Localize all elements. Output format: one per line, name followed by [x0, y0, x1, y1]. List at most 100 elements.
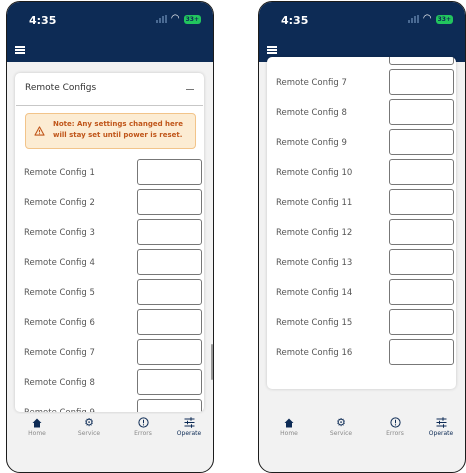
status-icons: ◠ 33+ — [155, 13, 201, 24]
config-input[interactable] — [389, 339, 454, 365]
config-row: Remote Config 3 — [24, 219, 202, 245]
tab-label: Errors — [134, 430, 152, 437]
config-row: Remote Config 8 — [24, 369, 202, 395]
tab-errors[interactable]: Errors — [370, 416, 420, 437]
config-row: Remote Config 8 — [276, 99, 454, 125]
config-label: Remote Config 7 — [276, 78, 347, 88]
phone-screen-right: 4:35 ◠ 33+ Remote Config 7 Remote Config … — [258, 1, 466, 473]
config-label: Remote Config 11 — [276, 198, 353, 208]
config-row: Remote Config 1 — [24, 159, 202, 185]
config-input[interactable] — [137, 309, 202, 335]
config-input[interactable] — [137, 189, 202, 215]
signal-icon — [407, 15, 419, 23]
panel-title: Remote Configs — [25, 83, 97, 93]
app-header: 4:35 ◠ 33+ — [259, 2, 465, 62]
config-label: Remote Config 15 — [276, 318, 353, 328]
signal-icon — [155, 15, 167, 23]
home-icon — [12, 416, 62, 429]
alert-circle-icon — [370, 416, 420, 429]
config-label: Remote Config 6 — [24, 318, 95, 328]
config-row: Remote Config 9 — [24, 399, 202, 412]
collapse-icon[interactable] — [186, 89, 194, 90]
remote-configs-panel-scrolled: Remote Config 7 Remote Config 8 Remote Con… — [267, 57, 456, 389]
config-input[interactable] — [389, 249, 454, 275]
config-label: Remote Config 16 — [276, 348, 353, 358]
gear-icon: ⚙ — [336, 416, 346, 429]
tab-label: Home — [28, 430, 46, 437]
phone-screen-left: 4:35 ◠ 33+ Remote Configs Note: Any sett… — [6, 1, 214, 473]
config-input[interactable] — [389, 189, 454, 215]
tab-service[interactable]: ⚙ Service — [316, 416, 366, 437]
alert-circle-icon — [118, 416, 168, 429]
config-label: Remote Config 10 — [276, 168, 353, 178]
scrollbar[interactable] — [211, 344, 213, 380]
config-label: Remote Config 13 — [276, 258, 353, 268]
config-input[interactable] — [389, 57, 454, 65]
config-row: Remote Config 6 — [24, 309, 202, 335]
note-text: Note: Any settings changed here will sta… — [53, 120, 183, 139]
config-label: Remote Config 5 — [24, 288, 95, 298]
config-row: Remote Config 7 — [24, 339, 202, 365]
tab-label: Operate — [428, 430, 454, 437]
config-label: Remote Config 3 — [24, 228, 95, 238]
tab-label: Errors — [386, 430, 404, 437]
config-input[interactable] — [137, 369, 202, 395]
tab-bar: Home ⚙ Service Errors Operate — [259, 414, 465, 444]
tab-bar: Home ⚙ Service Errors Operate — [7, 414, 213, 444]
config-row: Remote Config 14 — [276, 279, 454, 305]
config-label: Remote Config 1 — [24, 168, 95, 178]
config-input[interactable] — [137, 279, 202, 305]
config-input[interactable] — [389, 219, 454, 245]
remote-configs-panel: Remote Configs Note: Any settings change… — [15, 73, 204, 412]
status-time: 4:35 — [281, 14, 309, 27]
config-label: Remote Config 9 — [276, 138, 347, 148]
tab-operate[interactable]: Operate — [416, 416, 465, 437]
wifi-icon: ◠ — [422, 13, 432, 24]
config-row: Remote Config 10 — [276, 159, 454, 185]
menu-icon[interactable] — [267, 46, 277, 54]
warning-note: Note: Any settings changed here will sta… — [25, 113, 196, 149]
tab-operate[interactable]: Operate — [164, 416, 213, 437]
config-label: Remote Config 12 — [276, 228, 353, 238]
config-label: Remote Config 2 — [24, 198, 95, 208]
config-label: Remote Config 8 — [276, 108, 347, 118]
config-input[interactable] — [137, 339, 202, 365]
config-label: Remote Config 14 — [276, 288, 353, 298]
tab-home[interactable]: Home — [12, 416, 62, 437]
config-row: Remote Config 2 — [24, 189, 202, 215]
config-input[interactable] — [389, 69, 454, 95]
config-input[interactable] — [389, 129, 454, 155]
tab-label: Operate — [176, 430, 202, 437]
config-row: Remote Config 16 — [276, 339, 454, 365]
config-row: Remote Config 4 — [24, 249, 202, 275]
home-icon — [264, 416, 314, 429]
sliders-icon — [416, 416, 465, 429]
config-row: Remote Config 5 — [24, 279, 202, 305]
config-input[interactable] — [389, 99, 454, 125]
sliders-icon — [164, 416, 213, 429]
tab-service[interactable]: ⚙ Service — [64, 416, 114, 437]
config-row: Remote Config 7 — [276, 69, 454, 95]
config-input[interactable] — [389, 309, 454, 335]
tab-errors[interactable]: Errors — [118, 416, 168, 437]
status-icons: ◠ 33+ — [407, 13, 453, 24]
config-label: Remote Config 8 — [24, 378, 95, 388]
config-label: Remote Config 7 — [24, 348, 95, 358]
tab-label: Service — [77, 430, 101, 437]
battery-icon: 33+ — [435, 14, 453, 24]
config-input[interactable] — [389, 279, 454, 305]
config-label: Remote Config 4 — [24, 258, 95, 268]
panel-header[interactable]: Remote Configs — [16, 73, 203, 106]
wifi-icon: ◠ — [170, 13, 180, 24]
warning-icon — [34, 126, 45, 136]
config-input[interactable] — [137, 249, 202, 275]
gear-icon: ⚙ — [84, 416, 94, 429]
tab-home[interactable]: Home — [264, 416, 314, 437]
tab-label: Service — [329, 430, 353, 437]
config-input[interactable] — [389, 159, 454, 185]
config-row: Remote Config 13 — [276, 249, 454, 275]
config-input[interactable] — [137, 159, 202, 185]
config-input[interactable] — [137, 399, 202, 412]
config-input[interactable] — [137, 219, 202, 245]
menu-icon[interactable] — [15, 46, 25, 54]
